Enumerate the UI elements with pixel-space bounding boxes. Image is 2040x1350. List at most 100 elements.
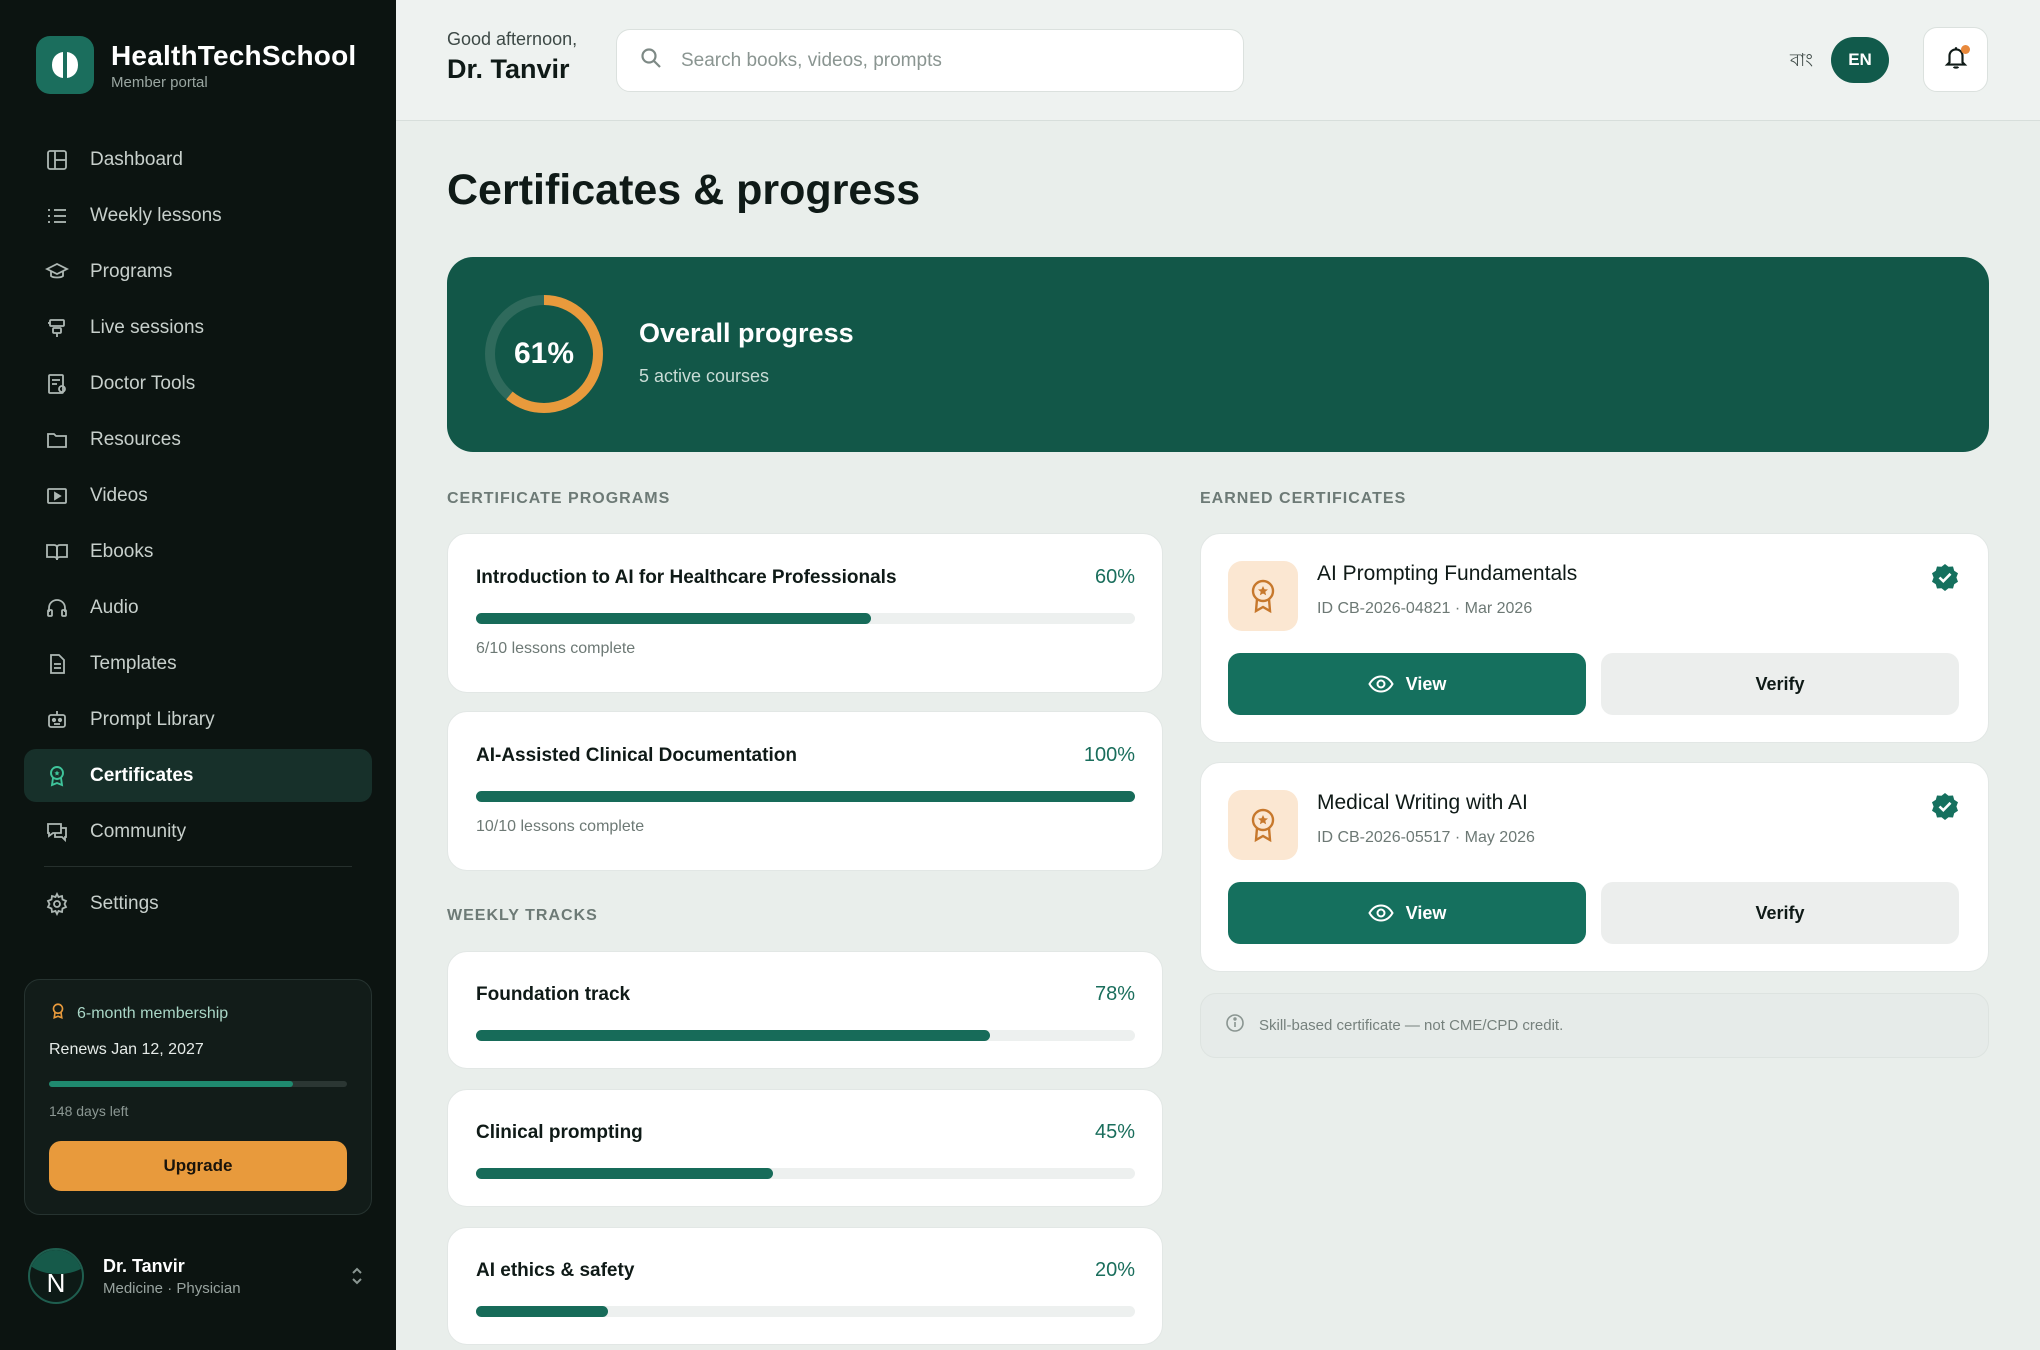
program-lessons-complete: 10/10 lessons complete [476, 818, 645, 835]
sidebar-item-live-sessions[interactable]: Live sessions [24, 301, 372, 354]
view-certificate-button[interactable]: View [1228, 653, 1586, 715]
chat-icon [44, 819, 70, 845]
greeting: Good afternoon, [447, 29, 578, 49]
sidebar-item-weekly-lessons[interactable]: Weekly lessons [24, 189, 372, 242]
notification-dot [1961, 45, 1970, 54]
sidebar-divider [44, 866, 352, 867]
track-percent: 20% [1094, 1259, 1135, 1281]
certificate-card: AI Prompting Fundamentals ID CB-2026-048… [1200, 533, 1989, 743]
membership-card: 6-month membership Renews Jan 12, 2027 1… [24, 979, 372, 1215]
sidebar-item-label: Settings [90, 892, 159, 914]
sidebar: HealthTechSchool Member portal Dashboard… [0, 0, 396, 1350]
greeting-name: Dr. Tanvir [447, 54, 570, 84]
sidebar-item-certificates[interactable]: Certificates [24, 749, 372, 802]
track-progress-bar [476, 1168, 1135, 1179]
track-card[interactable]: AI ethics & safety 20% [447, 1227, 1163, 1345]
membership-title: 6-month membership [77, 1004, 229, 1022]
language-bangla-button[interactable]: বাং [1790, 46, 1813, 77]
membership-progress-fill [49, 1081, 294, 1087]
certificate-title: Medical Writing with AI [1317, 791, 1528, 814]
sidebar-item-doctor-tools[interactable]: Doctor Tools [24, 357, 372, 410]
overall-progress-subtitle: 5 active courses [639, 366, 770, 386]
certificate-card: Medical Writing with AI ID CB-2026-05517… [1200, 762, 1989, 972]
membership-days-left: 148 days left [49, 1103, 129, 1119]
certificate-medal-icon [1228, 561, 1298, 631]
gear-icon [44, 891, 70, 917]
graduation-cap-icon [44, 259, 70, 285]
sidebar-item-settings[interactable]: Settings [24, 877, 372, 930]
sidebar-item-templates[interactable]: Templates [24, 637, 372, 690]
overall-progress-banner: 61% Overall progress 5 active courses [447, 257, 1989, 452]
sidebar-nav: Dashboard Weekly lessons Programs Live s… [24, 133, 372, 933]
program-percent: 60% [1094, 566, 1135, 588]
search-bar[interactable] [616, 29, 1244, 92]
track-card[interactable]: Clinical prompting 45% [447, 1089, 1163, 1207]
award-icon [44, 763, 70, 789]
page-title: Certificates & progress [447, 166, 921, 214]
avatar: N [28, 1248, 84, 1304]
notifications-button[interactable] [1923, 27, 1988, 92]
upgrade-button[interactable]: Upgrade [49, 1141, 347, 1191]
award-icon [49, 1002, 67, 1025]
sidebar-item-label: Resources [90, 428, 181, 450]
sidebar-item-community[interactable]: Community [24, 805, 372, 858]
program-card[interactable]: AI-Assisted Clinical Documentation 100% … [447, 711, 1163, 871]
search-input[interactable] [681, 49, 1221, 72]
certificate-disclaimer: Skill-based certificate — not CME/CPD cr… [1200, 993, 1989, 1058]
sidebar-item-resources[interactable]: Resources [24, 413, 372, 466]
sidebar-item-ebooks[interactable]: Ebooks [24, 525, 372, 578]
track-title: AI ethics & safety [476, 1260, 635, 1281]
track-percent: 45% [1094, 1121, 1135, 1143]
sidebar-item-label: Audio [90, 596, 139, 618]
list-icon [44, 203, 70, 229]
document-icon [44, 651, 70, 677]
user-profile[interactable]: N Dr. Tanvir Medicine · Physician [28, 1248, 364, 1304]
verify-certificate-button[interactable]: Verify [1601, 653, 1959, 715]
sidebar-item-videos[interactable]: Videos [24, 469, 372, 522]
disclaimer-text: Skill-based certificate — not CME/CPD cr… [1259, 1017, 1564, 1034]
program-lessons-complete: 6/10 lessons complete [476, 640, 636, 657]
sidebar-item-programs[interactable]: Programs [24, 245, 372, 298]
verified-badge-icon [1929, 562, 1961, 599]
sidebar-item-label: Programs [90, 260, 173, 282]
info-icon [1225, 1013, 1245, 1038]
track-card[interactable]: Foundation track 78% [447, 951, 1163, 1069]
view-certificate-button[interactable]: View [1228, 882, 1586, 944]
sidebar-item-label: Ebooks [90, 540, 154, 562]
language-english-button[interactable]: EN [1831, 37, 1889, 83]
eye-icon [1367, 675, 1394, 693]
verified-badge-icon [1929, 791, 1961, 828]
sidebar-item-label: Prompt Library [90, 708, 215, 730]
sidebar-item-label: Dashboard [90, 148, 183, 170]
video-icon [44, 483, 70, 509]
sidebar-item-prompt-library[interactable]: Prompt Library [24, 693, 372, 746]
track-progress-bar [476, 1030, 1135, 1041]
brand[interactable]: HealthTechSchool Member portal [36, 36, 356, 94]
brand-subtitle: Member portal [111, 73, 208, 91]
program-progress-bar [476, 613, 1135, 624]
section-label-certificate-programs: CERTIFICATE PROGRAMS [447, 490, 671, 507]
program-title: Introduction to AI for Healthcare Profes… [476, 567, 897, 588]
dashboard-icon [44, 147, 70, 173]
search-icon [639, 46, 663, 75]
certificate-id: ID CB-2026-04821 · Mar 2026 [1317, 600, 1533, 617]
track-progress-fill [476, 1168, 773, 1179]
membership-progress-bar [49, 1081, 347, 1087]
membership-renew-date: Renews Jan 12, 2027 [49, 1041, 204, 1058]
headphones-icon [44, 595, 70, 621]
chevron-up-down-icon[interactable] [350, 1265, 364, 1288]
overall-progress-percent: 61% [513, 337, 575, 370]
certificate-id: ID CB-2026-05517 · May 2026 [1317, 829, 1535, 846]
sidebar-item-dashboard[interactable]: Dashboard [24, 133, 372, 186]
verify-certificate-button[interactable]: Verify [1601, 882, 1959, 944]
sidebar-item-label: Certificates [90, 764, 194, 786]
folder-icon [44, 427, 70, 453]
program-title: AI-Assisted Clinical Documentation [476, 745, 797, 766]
sidebar-item-audio[interactable]: Audio [24, 581, 372, 634]
robot-icon [44, 707, 70, 733]
sidebar-item-label: Community [90, 820, 187, 842]
program-card[interactable]: Introduction to AI for Healthcare Profes… [447, 533, 1163, 693]
sidebar-item-label: Doctor Tools [90, 372, 196, 394]
brand-logo-icon [36, 36, 94, 94]
program-progress-fill [476, 613, 872, 624]
